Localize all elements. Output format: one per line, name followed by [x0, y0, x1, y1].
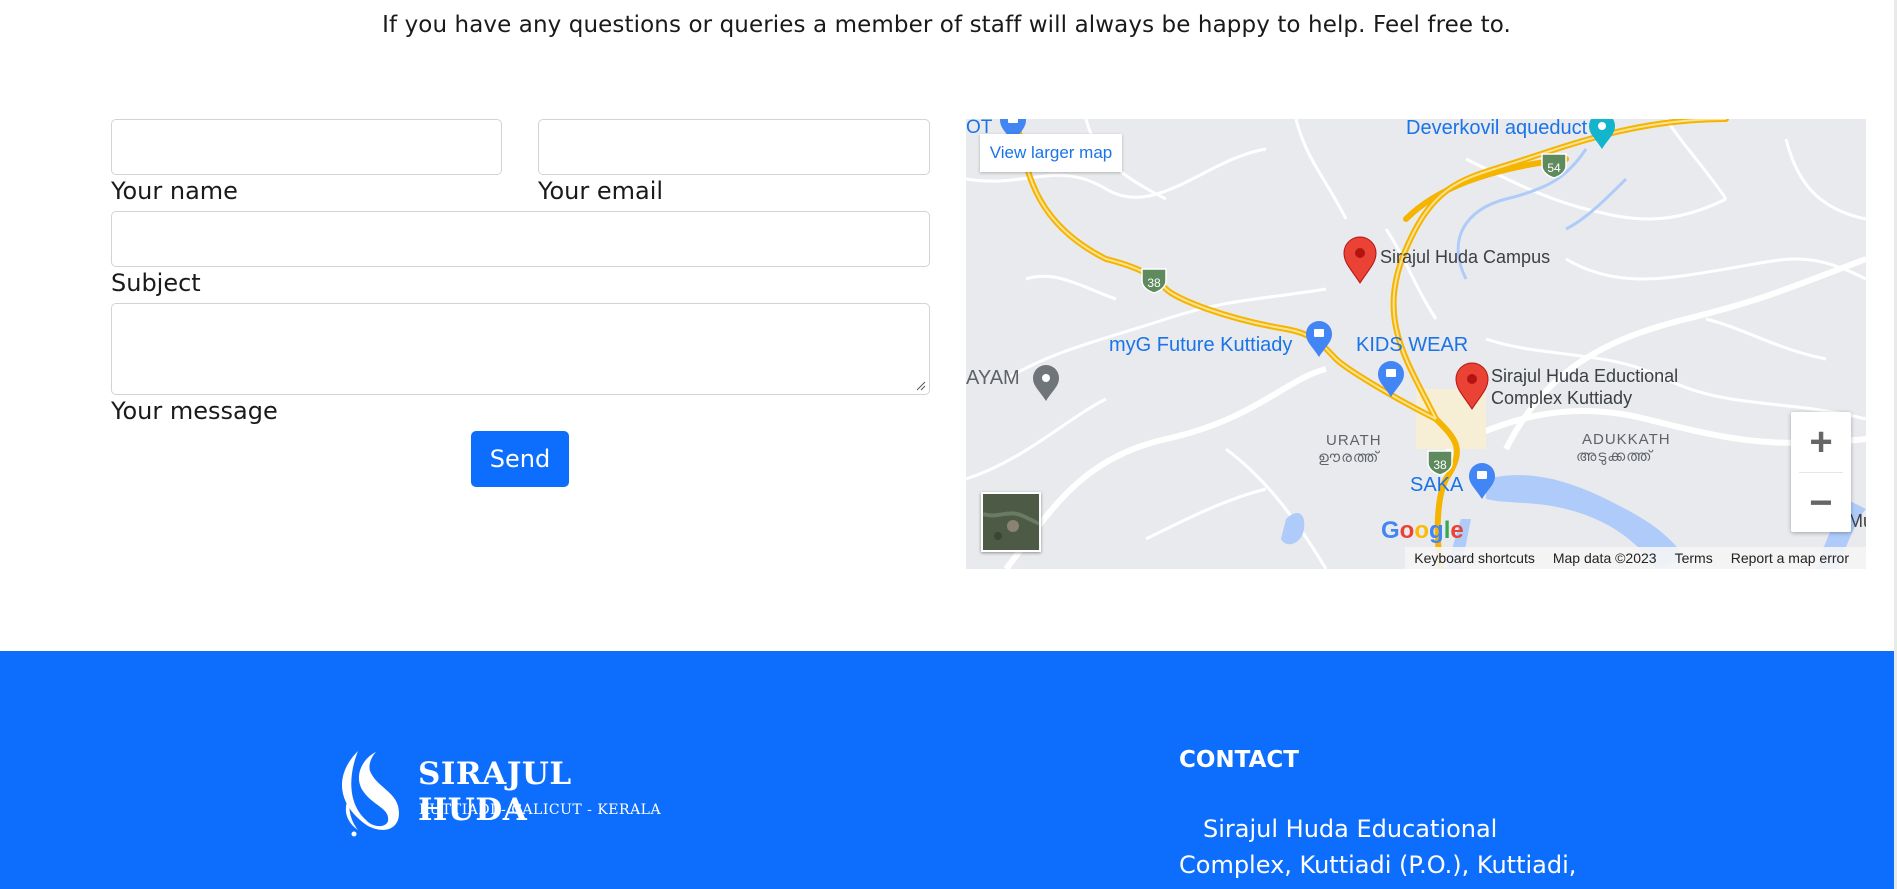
map-label-urath-ml: ഊരത്ത് — [1318, 449, 1380, 466]
view-larger-map-link[interactable]: View larger map — [980, 134, 1122, 172]
contact-address: Sirajul Huda Educational Complex, Kuttia… — [1179, 815, 1577, 879]
pin-teal-deverkovil-icon — [1589, 119, 1615, 149]
google-logo: Google — [1381, 517, 1464, 544]
contact-heading: CONTACT — [1179, 747, 1299, 773]
map-label-ayam: AYAM — [966, 367, 1020, 389]
name-label: Your name — [111, 177, 238, 205]
message-textarea[interactable] — [111, 303, 930, 395]
pin-red-campus-icon — [1343, 236, 1377, 284]
satellite-toggle-button[interactable] — [981, 492, 1041, 552]
embedded-map[interactable]: 38 38 54 Deverkovil aqueduct OT Sirajul … — [966, 119, 1866, 569]
intro-text: If you have any questions or queries a m… — [382, 12, 1511, 38]
resize-handle-icon[interactable] — [916, 381, 926, 391]
subject-label: Subject — [111, 269, 201, 297]
terms-link[interactable]: Terms — [1666, 550, 1722, 566]
map-label-adukkath: ADUKKATH — [1582, 431, 1671, 448]
subject-input[interactable] — [111, 211, 930, 267]
site-footer: SIRAJUL HUDA KUTTIADI - CALICUT - KERALA… — [0, 651, 1894, 889]
map-label-campus: Sirajul Huda Campus — [1380, 247, 1551, 267]
map-data-text: Map data ©2023 — [1552, 550, 1657, 566]
map-attribution-bar: Keyboard shortcuts Map data ©2023 Terms … — [1405, 547, 1866, 569]
logo-subtitle: KUTTIADI - CALICUT - KERALA — [419, 802, 662, 818]
report-map-error-link[interactable]: Report a map error — [1722, 550, 1858, 566]
map-label-kids-wear: KIDS WEAR — [1356, 334, 1469, 356]
road-number: 38 — [1433, 458, 1447, 472]
map-label-myg: myG Future Kuttiady — [1109, 334, 1293, 356]
zoom-in-button[interactable]: + — [1791, 412, 1851, 472]
road-number: 54 — [1547, 161, 1561, 175]
footer-logo[interactable]: SIRAJUL HUDA KUTTIADI - CALICUT - KERALA — [328, 746, 668, 841]
map-label-deverkovil: Deverkovil aqueduct — [1406, 119, 1588, 139]
zoom-controls: + − — [1791, 412, 1851, 532]
email-input[interactable] — [538, 119, 930, 175]
message-label: Your message — [111, 397, 278, 425]
email-label: Your email — [538, 177, 664, 205]
map-label-saka: SAKA — [1410, 474, 1464, 496]
map-label-adukkath-ml: അടുക്കത്ത് — [1576, 448, 1653, 465]
send-button[interactable]: Send — [471, 431, 569, 487]
flame-logo-icon — [341, 751, 399, 837]
map-label-complex-line2: Complex Kuttiady — [1491, 388, 1633, 408]
map-label-urath: URATH — [1326, 432, 1382, 449]
map-label-complex-line1: Sirajul Huda Eductional — [1491, 366, 1679, 386]
keyboard-shortcuts-link[interactable]: Keyboard shortcuts — [1405, 550, 1544, 566]
road-number: 38 — [1147, 276, 1161, 290]
satellite-thumbnail-icon — [982, 494, 1041, 550]
pin-gray-ayam-icon — [1033, 365, 1059, 401]
name-input[interactable] — [111, 119, 502, 175]
zoom-out-button[interactable]: − — [1791, 473, 1851, 533]
